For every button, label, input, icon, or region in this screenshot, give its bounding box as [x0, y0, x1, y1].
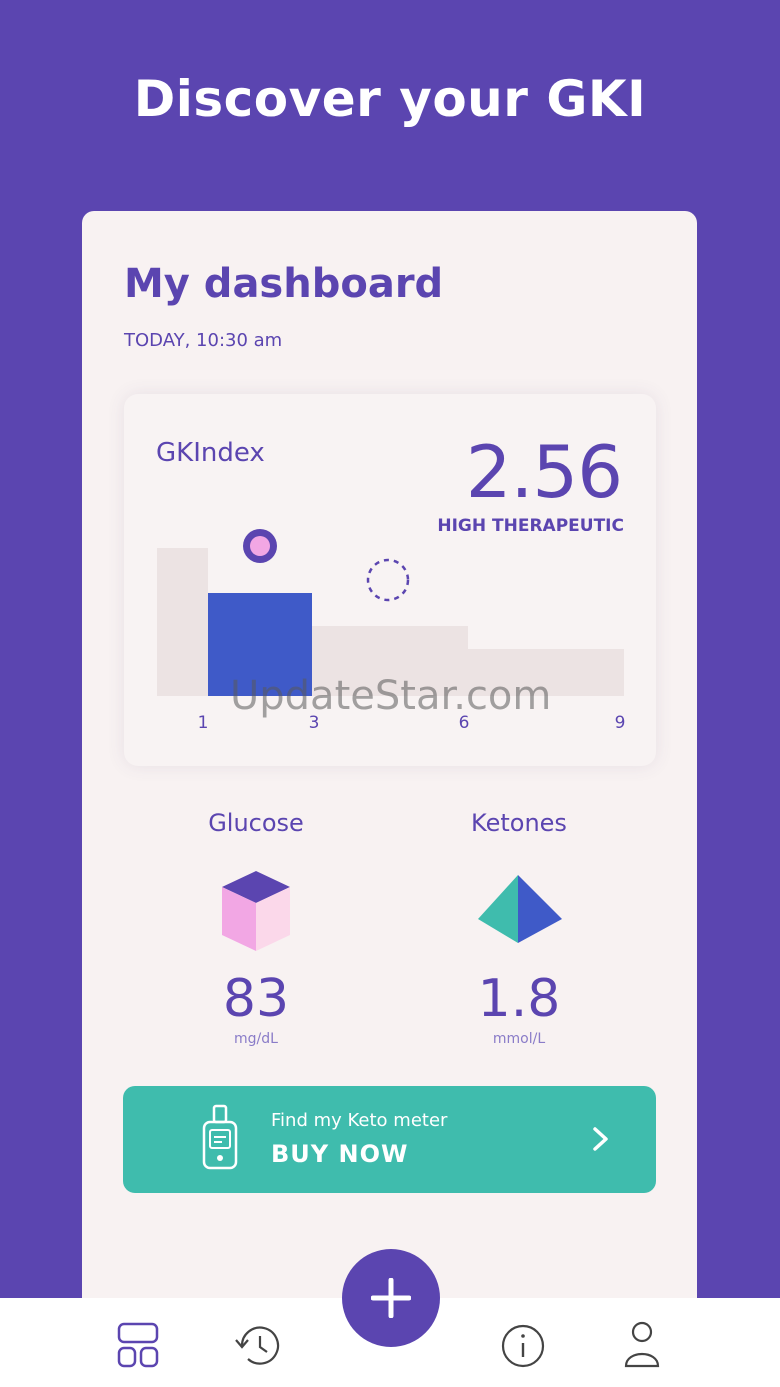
chevron-right-icon	[593, 1127, 608, 1151]
info-icon[interactable]	[500, 1323, 546, 1369]
history-icon[interactable]	[234, 1324, 282, 1368]
page-title: My dashboard	[124, 261, 444, 307]
dashboard-icon[interactable]	[117, 1322, 159, 1368]
buy-subtitle: Find my Keto meter	[271, 1110, 448, 1131]
timestamp: TODAY, 10:30 am	[124, 330, 283, 351]
chart-bar-low	[157, 548, 208, 696]
glucose-label: Glucose	[208, 809, 304, 837]
add-button[interactable]	[342, 1249, 440, 1347]
gki-status: HIGH THERAPEUTIC	[437, 516, 624, 536]
x-tick-label: 1	[198, 713, 209, 733]
gki-label: GKIndex	[156, 438, 265, 468]
glucose-value: 83	[222, 969, 290, 1029]
hero-title: Discover your GKI	[133, 70, 647, 128]
dashboard-card: My dashboard TODAY, 10:30 am 1 3 6 9 GKI…	[82, 211, 697, 1387]
ketones-label: Ketones	[471, 809, 567, 837]
keto-meter-icon	[202, 1104, 238, 1170]
cube-icon	[222, 871, 290, 951]
glucose-unit: mg/dL	[234, 1031, 278, 1047]
profile-icon[interactable]	[623, 1320, 661, 1370]
target-marker	[366, 558, 410, 602]
buy-now-label: BUY NOW	[271, 1140, 409, 1168]
pyramid-icon	[478, 875, 562, 943]
gki-value: 2.56	[465, 430, 623, 514]
ketones-value: 1.8	[477, 969, 561, 1029]
add-icon	[371, 1278, 411, 1318]
watermark: UpdateStar.com	[230, 673, 552, 719]
current-marker-core	[250, 536, 270, 556]
x-tick-label: 9	[615, 713, 626, 733]
buy-now-button[interactable]: Find my Keto meter BUY NOW	[123, 1086, 656, 1193]
ketones-unit: mmol/L	[492, 1031, 546, 1047]
